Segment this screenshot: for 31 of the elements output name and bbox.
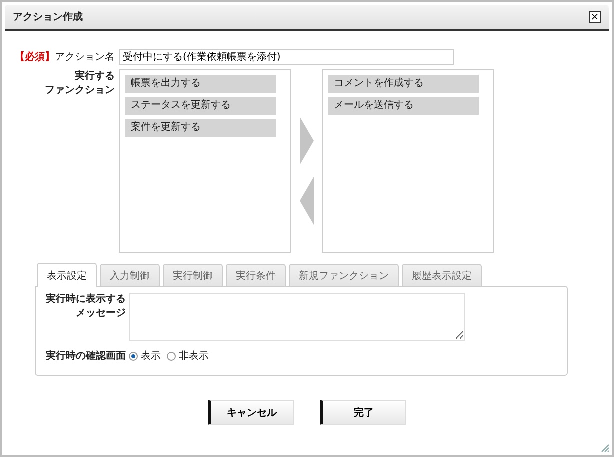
tab[interactable]: 実行制御 [163,264,223,286]
function-item[interactable]: 帳票を出力する [125,75,276,93]
tab[interactable]: 表示設定 [37,263,97,287]
radio-button[interactable] [129,352,138,360]
message-label: メッセージ [76,307,126,321]
move-right-icon[interactable] [300,117,314,165]
radio-label: 表示 [141,350,161,363]
radio-label: 非表示 [179,350,209,363]
dialog-button[interactable]: キャンセル [208,400,294,425]
function-item[interactable]: 案件を更新する [125,119,276,137]
message-field[interactable] [129,293,465,341]
function-item[interactable]: ステータスを更新する [125,97,276,115]
tab[interactable]: 入力制御 [100,264,160,286]
resize-grip-icon[interactable] [600,443,610,453]
close-button[interactable]: × [589,11,601,23]
function-item[interactable]: メールを送信する [328,97,479,115]
dialog-button[interactable]: 完了 [320,400,406,425]
move-left-icon[interactable] [300,177,314,225]
required-mark: 【必須】 [15,52,55,63]
radio-button[interactable] [167,352,176,360]
tab[interactable]: 新規ファンクション [289,264,399,286]
function-item[interactable]: コメントを作成する [328,75,479,93]
functions-label: ファンクション [45,84,115,98]
message-label: 実行時に表示する [46,293,126,307]
tab[interactable]: 履歴表示設定 [402,264,482,286]
action-name-field[interactable]: 受付中にする(作業依頼帳票を添付) [119,49,454,65]
window-title: アクション作成 [13,10,83,24]
action-name-label: アクション名 [55,52,115,63]
functions-label: 実行する [75,70,115,84]
tab[interactable]: 実行条件 [226,264,286,286]
confirm-label: 実行時の確認画面 [46,351,126,362]
